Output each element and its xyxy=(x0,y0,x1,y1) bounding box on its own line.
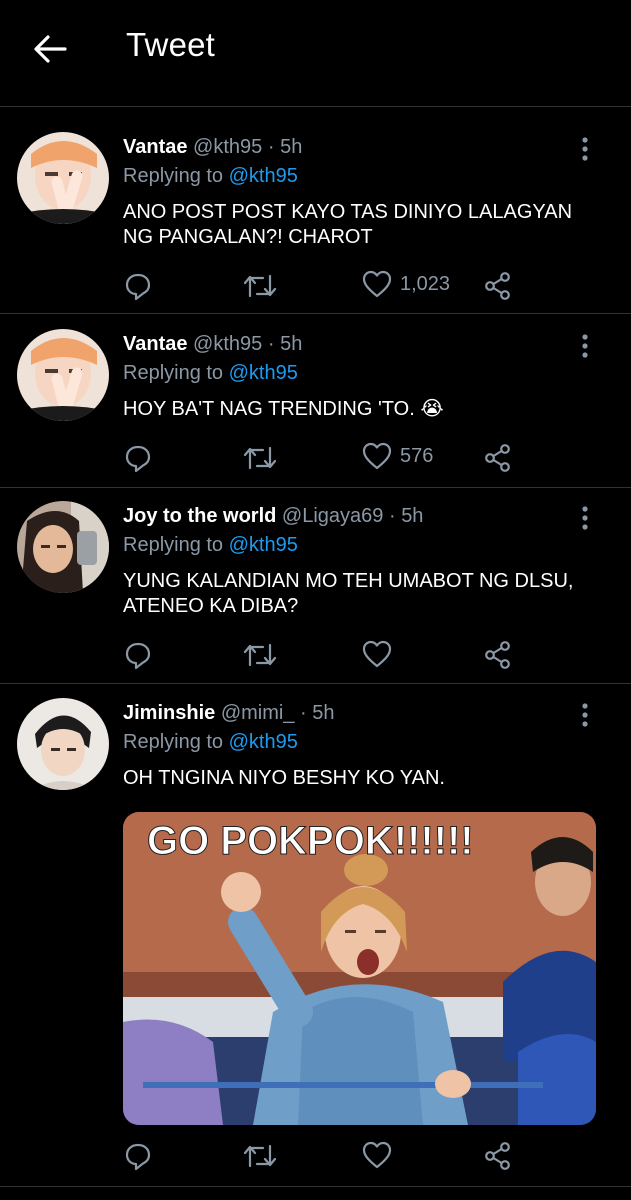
share-icon[interactable] xyxy=(483,640,513,670)
top-bar: Tweet xyxy=(0,0,631,107)
separator-dot: · xyxy=(388,505,396,527)
display-name[interactable]: Vantae xyxy=(123,136,187,158)
tweet-text: ANO POST POST KAYO TAS DINIYO LALAGYAN N… xyxy=(123,200,583,250)
heart-icon[interactable] xyxy=(362,1141,392,1169)
reply-icon[interactable] xyxy=(123,271,153,301)
tweet-text: HOY BA'T NAG TRENDING 'TO. 😭 xyxy=(123,397,583,422)
tweet-text-line: HOY BA'T NAG TRENDING 'TO. 😭 xyxy=(123,398,444,420)
like-count: 576 xyxy=(400,444,434,467)
page-title: Tweet xyxy=(126,26,216,63)
separator-dot: · xyxy=(267,136,275,158)
replying-to: Replying to @kth95 xyxy=(123,731,298,754)
heart-icon[interactable] xyxy=(362,442,392,470)
replying-to: Replying to @kth95 xyxy=(123,362,298,385)
mention-link[interactable]: @kth95 xyxy=(229,165,298,187)
arrow-left-icon[interactable] xyxy=(31,30,69,68)
retweet-icon[interactable] xyxy=(243,1142,277,1170)
timestamp: 5h xyxy=(280,333,303,355)
like-button[interactable]: 1,023 xyxy=(362,270,450,298)
tweet-media-image[interactable]: GO POKPOK!!!!!! xyxy=(123,812,596,1125)
mention-link[interactable]: @kth95 xyxy=(229,534,298,556)
reply-icon[interactable] xyxy=(123,1141,153,1171)
avatar[interactable] xyxy=(17,501,109,593)
avatar[interactable] xyxy=(17,329,109,421)
share-icon[interactable] xyxy=(483,271,513,301)
replying-to-label: Replying to xyxy=(123,362,224,384)
tweet-text: YUNG KALANDIAN MO TEH UMABOT NG DLSU, AT… xyxy=(123,569,583,619)
tweet-header: Joy to the world @Ligaya69 · 5h xyxy=(123,505,423,528)
tweet-header: Vantae @kth95 · 5h xyxy=(123,136,302,159)
more-vertical-icon[interactable] xyxy=(581,334,589,358)
heart-icon[interactable] xyxy=(362,270,392,298)
replying-to: Replying to @kth95 xyxy=(123,165,298,188)
avatar[interactable] xyxy=(17,698,109,790)
username[interactable]: @kth95 xyxy=(193,136,262,158)
more-vertical-icon[interactable] xyxy=(581,137,589,161)
tweet-header: Vantae @kth95 · 5h xyxy=(123,333,302,356)
tweet-text-line: ANO POST POST KAYO TAS DINIYO LALAGYAN xyxy=(123,201,573,223)
more-vertical-icon[interactable] xyxy=(581,506,589,530)
tweet-text-line: NG PANGALAN?! CHAROT xyxy=(123,226,373,248)
username[interactable]: @mimi_ xyxy=(221,702,295,724)
share-icon[interactable] xyxy=(483,443,513,473)
replying-to-label: Replying to xyxy=(123,534,224,556)
divider xyxy=(0,487,631,488)
mention-link[interactable]: @kth95 xyxy=(229,731,298,753)
display-name[interactable]: Vantae xyxy=(123,333,187,355)
mention-link[interactable]: @kth95 xyxy=(229,362,298,384)
divider xyxy=(0,1186,631,1187)
divider xyxy=(0,683,631,684)
tweet-header: Jiminshie @mimi_ · 5h xyxy=(123,702,335,725)
like-button[interactable]: 576 xyxy=(362,442,433,470)
avatar[interactable] xyxy=(17,132,109,224)
replying-to-label: Replying to xyxy=(123,165,224,187)
tweet-text: OH TNGINA NIYO BESHY KO YAN. xyxy=(123,766,583,791)
replying-to: Replying to @kth95 xyxy=(123,534,298,557)
heart-icon[interactable] xyxy=(362,640,392,668)
tweet-text-line: OH TNGINA NIYO BESHY KO YAN. xyxy=(123,767,445,789)
username[interactable]: @Ligaya69 xyxy=(282,505,383,527)
retweet-icon[interactable] xyxy=(243,444,277,472)
display-name[interactable]: Jiminshie xyxy=(123,702,215,724)
tweet-text-line: YUNG KALANDIAN MO TEH UMABOT NG DLSU, xyxy=(123,570,574,592)
timestamp: 5h xyxy=(312,702,335,724)
replying-to-label: Replying to xyxy=(123,731,224,753)
retweet-icon[interactable] xyxy=(243,272,277,300)
separator-dot: · xyxy=(300,702,307,724)
reply-icon[interactable] xyxy=(123,443,153,473)
timestamp: 5h xyxy=(280,136,303,158)
share-icon[interactable] xyxy=(483,1141,513,1171)
separator-dot: · xyxy=(267,333,275,355)
reply-icon[interactable] xyxy=(123,640,153,670)
retweet-icon[interactable] xyxy=(243,641,277,669)
username[interactable]: @kth95 xyxy=(193,333,262,355)
tweet-text-line: ATENEO KA DIBA? xyxy=(123,595,299,617)
timestamp: 5h xyxy=(401,505,424,527)
like-count: 1,023 xyxy=(400,272,451,295)
media-caption-text: GO POKPOK!!!!!! xyxy=(147,819,474,863)
display-name[interactable]: Joy to the world xyxy=(123,505,276,527)
more-vertical-icon[interactable] xyxy=(581,703,589,727)
divider xyxy=(0,313,631,314)
